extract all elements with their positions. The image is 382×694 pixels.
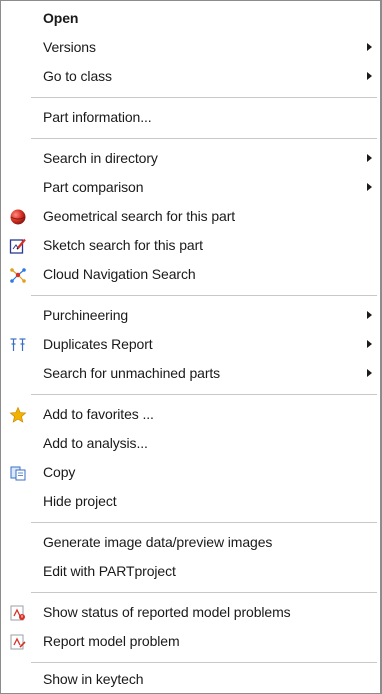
menu-item-search-unmachined-parts[interactable]: Search for unmachined parts	[1, 360, 381, 388]
cloud-network-icon	[9, 266, 27, 284]
menu-separator	[31, 138, 377, 139]
menu-item-add-to-favorites[interactable]: Add to favorites ...	[1, 401, 381, 429]
menu-item-label: Duplicates Report	[43, 336, 153, 352]
menu-item-hide-project[interactable]: Hide project	[1, 488, 381, 516]
menu-item-part-comparison[interactable]: Part comparison	[1, 174, 381, 202]
red-sphere-icon	[9, 208, 27, 226]
menu-item-label: Purchineering	[43, 307, 129, 323]
menu-item-go-to-class[interactable]: Go to class	[1, 63, 381, 91]
menu-item-label: Add to analysis...	[43, 435, 148, 451]
menu-item-edit-with-partproject[interactable]: Edit with PARTproject	[1, 558, 381, 586]
menu-item-versions[interactable]: Versions	[1, 34, 381, 62]
menu-separator	[31, 394, 377, 395]
menu-item-add-to-analysis[interactable]: Add to analysis...	[1, 430, 381, 458]
submenu-arrow-icon	[367, 340, 372, 348]
menu-item-label: Show in keytech	[43, 671, 144, 687]
menu-separator	[31, 592, 377, 593]
menu-item-label: Hide project	[43, 493, 117, 509]
menu-item-label: Part information...	[43, 109, 152, 125]
menu-item-label: Geometrical search for this part	[43, 208, 236, 224]
menu-item-label: Cloud Navigation Search	[43, 266, 196, 282]
menu-item-duplicates-report[interactable]: Duplicates Report	[1, 331, 381, 359]
model-problem-status-icon	[9, 604, 27, 622]
menu-item-show-model-problem-status[interactable]: Show status of reported model problems	[1, 599, 381, 627]
menu-item-label: Report model problem	[43, 633, 180, 649]
menu-item-purchineering[interactable]: Purchineering	[1, 302, 381, 330]
menu-item-label: Show status of reported model problems	[43, 604, 291, 620]
menu-separator	[31, 295, 377, 296]
menu-item-label: Part comparison	[43, 179, 144, 195]
menu-item-label: Versions	[43, 39, 96, 55]
copy-icon	[9, 464, 27, 482]
menu-item-generate-image-data[interactable]: Generate image data/preview images	[1, 529, 381, 557]
menu-item-search-in-directory[interactable]: Search in directory	[1, 145, 381, 173]
menu-item-label: Edit with PARTproject	[43, 563, 176, 579]
menu-item-label: Sketch search for this part	[43, 237, 203, 253]
menu-item-sketch-search[interactable]: Sketch search for this part	[1, 232, 381, 260]
menu-item-geometrical-search[interactable]: Geometrical search for this part	[1, 203, 381, 231]
menu-item-label: Search for unmachined parts	[43, 365, 221, 381]
menu-separator	[31, 662, 377, 663]
menu-item-label: Copy	[43, 464, 76, 480]
report-problem-icon	[9, 633, 27, 651]
menu-item-label: Search in directory	[43, 150, 158, 166]
menu-item-part-information[interactable]: Part information...	[1, 104, 381, 132]
menu-item-open[interactable]: Open	[1, 5, 381, 33]
menu-separator	[31, 97, 377, 98]
submenu-arrow-icon	[367, 154, 372, 162]
star-icon	[9, 406, 27, 424]
menu-item-cloud-navigation-search[interactable]: Cloud Navigation Search	[1, 261, 381, 289]
menu-item-label: Add to favorites ...	[43, 406, 154, 422]
submenu-arrow-icon	[367, 43, 372, 51]
menu-item-report-model-problem[interactable]: Report model problem	[1, 628, 381, 656]
submenu-arrow-icon	[367, 72, 372, 80]
menu-item-label: Open	[43, 10, 79, 26]
submenu-arrow-icon	[367, 369, 372, 377]
submenu-arrow-icon	[367, 183, 372, 191]
menu-item-copy[interactable]: Copy	[1, 459, 381, 487]
menu-item-show-in-keytech[interactable]: Show in keytech	[1, 666, 381, 694]
menu-separator	[31, 522, 377, 523]
menu-item-label: Go to class	[43, 68, 112, 84]
sketch-pencil-icon	[9, 237, 27, 255]
submenu-arrow-icon	[367, 311, 372, 319]
duplicates-icon	[9, 336, 27, 354]
menu-item-label: Generate image data/preview images	[43, 534, 273, 550]
context-menu: Open Versions Go to class Part informati…	[0, 0, 382, 694]
